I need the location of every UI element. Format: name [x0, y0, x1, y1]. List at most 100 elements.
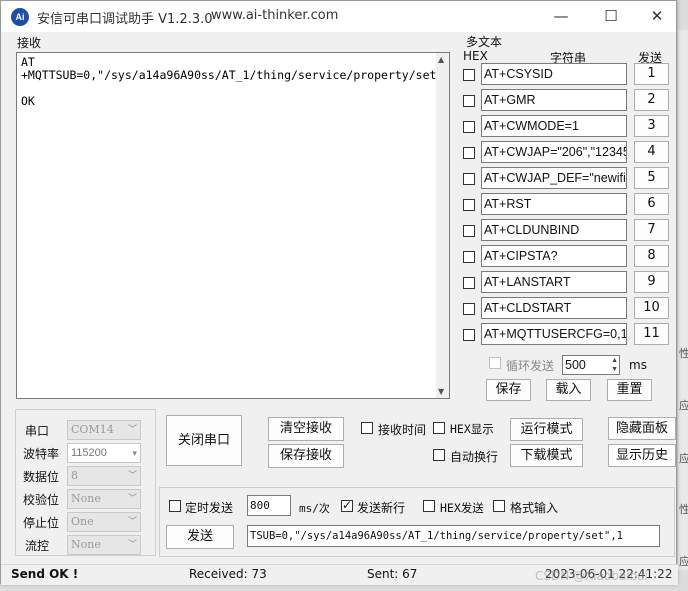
app-logo-icon: Ai	[11, 8, 29, 26]
multitext-send-button[interactable]: 11	[634, 323, 669, 345]
title-bar[interactable]: Ai 安信可串口调试助手 V1.2.3.0 www.ai-thinker.com…	[1, 1, 676, 32]
hex-display-label: HEX显示	[450, 422, 494, 436]
reset-multitext-button[interactable]: 重置	[607, 379, 652, 401]
background-glyph: 应	[679, 399, 688, 412]
scroll-down-icon[interactable]: ▼	[438, 387, 444, 396]
show-history-button[interactable]: 显示历史	[608, 444, 676, 467]
background-glyph: 应	[679, 452, 688, 465]
send-button[interactable]: 发送	[166, 525, 234, 549]
multitext-string-input[interactable]: AT+MQTTUSERCFG=0,1,"	[481, 323, 627, 345]
hex-send-label: HEX发送	[440, 501, 484, 515]
multitext-send-button[interactable]: 10	[634, 297, 669, 319]
auto-wrap-label: 自动换行	[450, 450, 499, 464]
save-receive-button[interactable]: 保存接收	[268, 444, 344, 468]
save-multitext-button[interactable]: 保存	[486, 379, 531, 401]
multitext-hex-checkbox[interactable]	[463, 303, 475, 315]
multitext-send-button[interactable]: 3	[634, 115, 669, 137]
multitext-send-button[interactable]: 1	[634, 63, 669, 85]
loop-interval-input[interactable]: 500 ▲ ▼	[562, 355, 620, 375]
auto-wrap-checkbox[interactable]	[433, 449, 445, 461]
timed-send-label: 定时发送	[185, 501, 234, 515]
sent-count: Sent: 67	[367, 567, 418, 581]
multitext-string-input[interactable]: AT+CLDSTART	[481, 297, 627, 319]
multitext-hex-checkbox[interactable]	[463, 147, 475, 159]
download-mode-button[interactable]: 下载模式	[510, 444, 583, 467]
databits-select[interactable]: 8 ﹀	[67, 466, 141, 486]
multitext-string-input[interactable]: AT+CWJAP="206","123456	[481, 141, 627, 163]
minimize-icon[interactable]: —	[538, 1, 584, 32]
spinner-icon[interactable]: ▲ ▼	[611, 356, 618, 374]
multitext-string-input[interactable]: AT+CWMODE=1	[481, 115, 627, 137]
multitext-send-button[interactable]: 9	[634, 271, 669, 293]
flow-label: 流控	[25, 539, 50, 553]
send-newline-checkbox[interactable]	[341, 498, 353, 512]
watermark: CSDN @Xiaobaibai	[535, 569, 648, 583]
multitext-string-input[interactable]: AT+GMR	[481, 89, 627, 111]
receive-label: 接收	[17, 36, 42, 50]
multitext-hex-checkbox[interactable]	[463, 277, 475, 289]
stopbits-select[interactable]: One ﹀	[67, 512, 141, 532]
loop-interval-value: 500	[565, 358, 586, 372]
loop-interval-unit: ms	[629, 358, 647, 372]
databits-label: 数据位	[23, 470, 60, 484]
run-mode-button[interactable]: 运行模式	[510, 418, 583, 441]
baud-label: 波特率	[23, 447, 60, 461]
send-status: Send OK !	[11, 567, 79, 581]
port-select[interactable]: COM14 ﹀	[67, 420, 141, 440]
send-input[interactable]: TSUB=0,"/sys/a14a96A90ss/AT_1/thing/serv…	[247, 525, 660, 547]
loop-send-checkbox[interactable]	[489, 357, 501, 369]
status-bar: Send OK ! Received: 73 Sent: 67 2023-06-…	[1, 564, 678, 585]
multitext-hex-checkbox[interactable]	[463, 121, 475, 133]
baud-select[interactable]: 115200 ▾	[67, 443, 141, 463]
multitext-string-input[interactable]: AT+CSYSID	[481, 63, 627, 85]
port-label: 串口	[25, 424, 50, 438]
parity-select[interactable]: None ﹀	[67, 489, 141, 509]
close-icon[interactable]: ✕	[634, 1, 680, 32]
timed-interval-unit: ms/次	[299, 502, 330, 515]
multitext-hex-checkbox[interactable]	[463, 95, 475, 107]
window-title: 安信可串口调试助手 V1.2.3.0	[37, 12, 213, 27]
multitext-hex-checkbox[interactable]	[463, 251, 475, 263]
format-input-checkbox[interactable]	[493, 500, 505, 512]
multitext-send-button[interactable]: 8	[634, 245, 669, 267]
hex-send-checkbox[interactable]	[423, 500, 435, 512]
background-glyph: 性	[679, 347, 688, 360]
receive-textarea[interactable]: AT +MQTTSUB=0,"/sys/a14a96A90ss/AT_1/thi…	[16, 52, 437, 399]
hex-display-checkbox[interactable]	[433, 422, 445, 434]
load-multitext-button[interactable]: 载入	[546, 379, 591, 401]
multitext-string-input[interactable]: AT+LANSTART	[481, 271, 627, 293]
multitext-hex-checkbox[interactable]	[463, 69, 475, 81]
background-glyph: 性	[679, 503, 688, 516]
multitext-send-button[interactable]: 2	[634, 89, 669, 111]
received-count: Received: 73	[189, 567, 267, 581]
clear-receive-button[interactable]: 清空接收	[268, 417, 344, 441]
stopbits-label: 停止位	[23, 516, 60, 530]
multitext-hex-checkbox[interactable]	[463, 225, 475, 237]
multitext-string-input[interactable]: AT+CWJAP_DEF="newifi_	[481, 167, 627, 189]
close-port-button[interactable]: 关闭串口	[166, 415, 242, 466]
multitext-send-button[interactable]: 4	[634, 141, 669, 163]
multitext-send-button[interactable]: 6	[634, 193, 669, 215]
multitext-string-input[interactable]: AT+RST	[481, 193, 627, 215]
receive-time-checkbox[interactable]	[361, 422, 373, 434]
multitext-string-input[interactable]: AT+CLDUNBIND	[481, 219, 627, 241]
maximize-icon[interactable]: ☐	[588, 1, 634, 32]
multitext-hex-header: HEX	[463, 49, 488, 63]
app-window: Ai 安信可串口调试助手 V1.2.3.0 www.ai-thinker.com…	[0, 0, 678, 585]
multitext-hex-checkbox[interactable]	[463, 329, 475, 341]
window-url: www.ai-thinker.com	[211, 8, 339, 23]
flow-select[interactable]: None ﹀	[67, 535, 141, 555]
send-newline-label: 发送新行	[357, 501, 406, 515]
multitext-send-button[interactable]: 5	[634, 167, 669, 189]
parity-label: 校验位	[23, 493, 60, 507]
timed-send-checkbox[interactable]	[169, 500, 181, 512]
multitext-hex-checkbox[interactable]	[463, 173, 475, 185]
hide-panel-button[interactable]: 隐藏面板	[608, 417, 676, 440]
timed-interval-input[interactable]: 800	[247, 495, 291, 516]
scroll-up-icon[interactable]: ▲	[438, 55, 444, 64]
multitext-title: 多文本	[466, 35, 503, 49]
receive-scrollbar[interactable]: ▲ ▼	[436, 52, 450, 399]
multitext-send-button[interactable]: 7	[634, 219, 669, 241]
multitext-hex-checkbox[interactable]	[463, 199, 475, 211]
multitext-string-input[interactable]: AT+CIPSTA?	[481, 245, 627, 267]
